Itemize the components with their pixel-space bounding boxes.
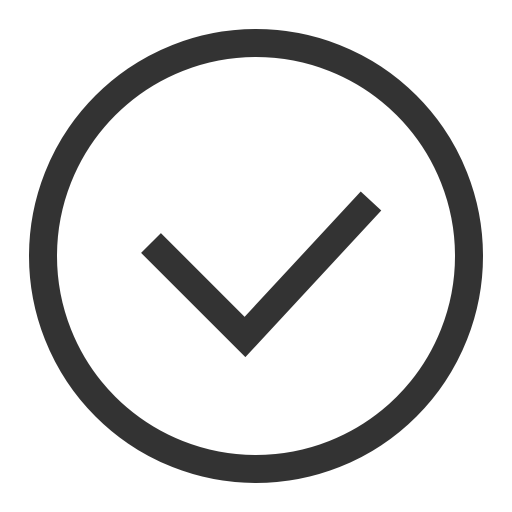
circle-outline: [29, 29, 483, 483]
check-circle-icon: [0, 0, 512, 512]
checkmark-stroke: [141, 191, 382, 358]
check-circle-svg: [29, 29, 483, 483]
icon-canvas: [0, 0, 512, 512]
